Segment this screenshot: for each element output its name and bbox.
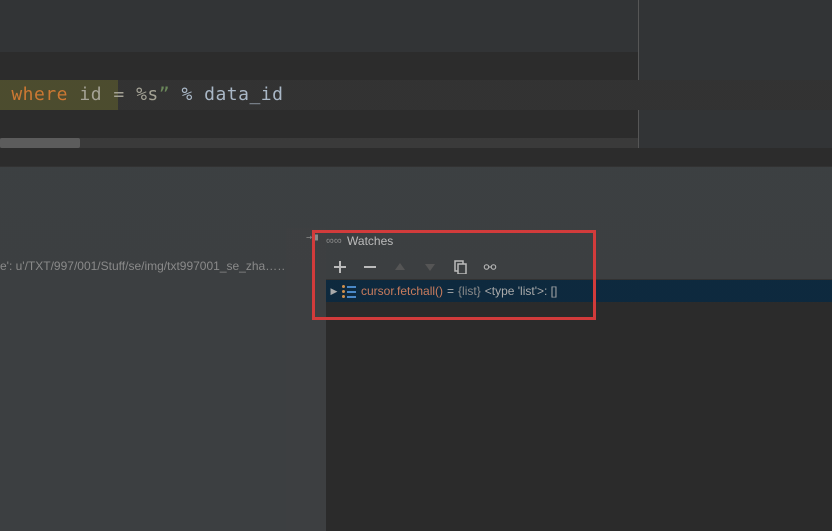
triangle-down-icon [423, 260, 437, 274]
watches-toolbar [326, 254, 832, 280]
frame-text: e': u'/TXT/997/001/Stuff/se/img/txt99700… [0, 259, 265, 273]
watch-value: <type 'list'>: [] [485, 284, 558, 298]
editor-empty-top [0, 0, 638, 52]
editor-right-margin-line [638, 0, 639, 148]
frame-entry[interactable]: e': u'/TXT/997/001/Stuff/se/img/txt99700… [0, 256, 290, 276]
watches-tab-header[interactable]: ∞∞ Watches [326, 228, 393, 252]
editor-past-margin [638, 0, 832, 148]
remove-watch-button[interactable] [362, 259, 378, 275]
debug-panel: e': u'/TXT/997/001/Stuff/se/img/txt99700… [0, 204, 832, 531]
watch-equals: = [447, 284, 454, 298]
minus-icon [363, 260, 377, 274]
restore-layout-icon[interactable]: →■ [306, 232, 320, 246]
copy-icon [453, 260, 467, 274]
expand-arrow-icon[interactable]: ▶ [328, 286, 340, 297]
glasses-icon [483, 260, 497, 274]
code-keyword: where [0, 84, 68, 105]
watches-tab-label: Watches [347, 234, 393, 248]
watch-expression: cursor.fetchall() [361, 284, 443, 298]
frames-column: e': u'/TXT/997/001/Stuff/se/img/txt99700… [0, 204, 326, 531]
code-space [170, 84, 181, 105]
code-text [68, 84, 79, 105]
editor-hscroll-track[interactable] [0, 138, 638, 148]
triangle-up-icon [393, 260, 407, 274]
move-down-button[interactable] [422, 259, 438, 275]
column-gap [286, 228, 326, 531]
show-watches-button[interactable] [482, 259, 498, 275]
watch-entry[interactable]: ▶ cursor.fetchall() = {list} <type 'list… [326, 280, 832, 302]
code-space [193, 84, 204, 105]
plus-icon [333, 260, 347, 274]
editor-hscroll-thumb[interactable] [0, 138, 80, 148]
copy-watch-button[interactable] [452, 259, 468, 275]
code-operator: % [181, 84, 192, 105]
move-up-button[interactable] [392, 259, 408, 275]
code-format: %s [136, 84, 159, 105]
code-line[interactable]: where id = %s” % data_id [0, 80, 283, 110]
code-identifier: data_id [204, 84, 283, 105]
code-text: id = [79, 84, 136, 105]
editor-area: where id = %s” % data_id [0, 0, 832, 148]
watch-variable-icon [342, 284, 358, 298]
code-string-end: ” [159, 84, 170, 105]
tool-window-divider[interactable] [0, 166, 832, 206]
add-watch-button[interactable] [332, 259, 348, 275]
glasses-icon: ∞∞ [326, 229, 342, 253]
watch-type: {list} [458, 284, 481, 298]
